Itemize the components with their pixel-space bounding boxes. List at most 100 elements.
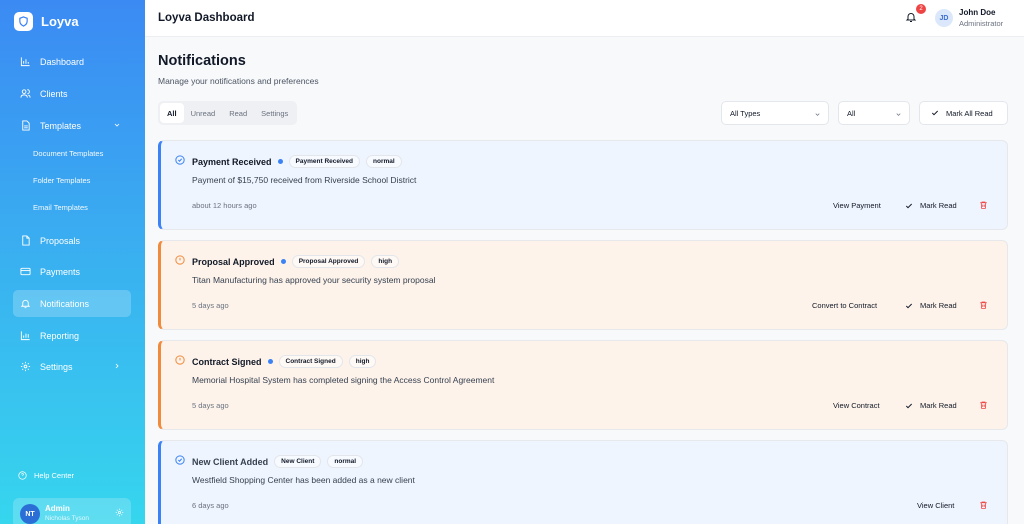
avatar[interactable]: JD — [935, 9, 953, 27]
tab-unread[interactable]: Unread — [184, 103, 223, 123]
sidebar-user-card[interactable]: NT Admin Nicholas Tyson — [13, 498, 131, 524]
chevron-down-icon — [114, 123, 120, 127]
type-filter-select[interactable]: All Types — [721, 101, 829, 125]
sidebar-item-label: Templates — [40, 120, 82, 131]
unread-dot — [277, 159, 283, 164]
sidebar-item-proposals[interactable]: Proposals — [13, 227, 131, 254]
view-client-button[interactable]: View Client — [917, 501, 954, 510]
trash-icon[interactable] — [979, 400, 988, 410]
header-title: Loyva Dashboard — [158, 12, 255, 24]
priority-badge: high — [371, 255, 400, 268]
mark-read-label: Mark Read — [920, 401, 957, 410]
sidebar-item-label: Clients — [40, 88, 68, 99]
sidebar-item-clients[interactable]: Clients — [13, 80, 131, 107]
trash-icon[interactable] — [979, 200, 988, 210]
notification-title: Payment Received — [192, 156, 272, 167]
header-user-role: Administrator — [959, 19, 1004, 28]
sidebar-item-label: Dashboard — [40, 56, 85, 67]
chevron-down-icon — [896, 113, 901, 116]
sidebar-item-label: Reporting — [40, 330, 80, 341]
status-filter-select[interactable]: All — [838, 101, 910, 125]
bell-icon[interactable] — [905, 11, 917, 23]
document-icon — [22, 120, 30, 131]
notification-card[interactable]: Contract Signed Contract Signed high Mem… — [158, 340, 1008, 430]
help-center-label: Help Center — [34, 471, 75, 480]
sidebar-item-label: Payments — [40, 266, 81, 277]
sidebar-item-templates[interactable]: Templates — [13, 112, 131, 139]
mark-read-button[interactable]: Mark Read — [905, 401, 957, 410]
brand-name: Loyva — [41, 14, 79, 29]
unread-dot — [267, 359, 273, 364]
view-payment-button[interactable]: View Payment — [833, 201, 881, 210]
users-icon — [20, 89, 31, 98]
sidebar-item-label: Settings — [40, 361, 73, 372]
notification-title-row: Contract Signed Contract Signed high — [192, 355, 377, 368]
notification-time: 5 days ago — [192, 401, 229, 410]
sidebar: Loyva Dashboard Clients Templates Docume… — [0, 0, 145, 524]
mark-all-read-label: Mark All Read — [946, 108, 993, 118]
check-circle-icon — [175, 455, 185, 465]
notification-message: Payment of $15,750 received from Riversi… — [192, 175, 417, 185]
tab-all[interactable]: All — [160, 103, 184, 123]
notification-card[interactable]: Proposal Approved Proposal Approved high… — [158, 240, 1008, 330]
category-badge: Proposal Approved — [291, 255, 366, 268]
check-icon — [905, 403, 913, 408]
page-title: Notifications — [158, 53, 246, 69]
brand[interactable]: Loyva — [14, 12, 79, 31]
notification-title-row: Payment Received Payment Received normal — [192, 155, 402, 168]
shield-logo-icon — [14, 12, 33, 31]
tab-read[interactable]: Read — [222, 103, 254, 123]
notification-message: Memorial Hospital System has completed s… — [192, 375, 495, 385]
mark-read-button[interactable]: Mark Read — [905, 301, 957, 310]
page-subtitle: Manage your notifications and preference… — [158, 76, 319, 86]
bar-chart-icon — [20, 331, 30, 341]
category-badge: Payment Received — [288, 155, 360, 168]
card-icon — [20, 267, 31, 276]
user-name: Admin — [45, 504, 70, 513]
sidebar-item-settings[interactable]: Settings — [13, 353, 131, 380]
gear-icon — [20, 361, 31, 372]
sidebar-item-label: Notifications — [40, 298, 90, 309]
user-subtitle: Nicholas Tyson — [45, 515, 89, 522]
alert-circle-icon — [175, 355, 185, 365]
sidebar-item-notifications[interactable]: Notifications — [13, 290, 131, 317]
trash-icon[interactable] — [979, 300, 988, 310]
notification-count-badge: 2 — [916, 4, 926, 14]
avatar: NT — [20, 504, 40, 524]
notification-title-row: Proposal Approved Proposal Approved high — [192, 255, 400, 268]
notification-title: Proposal Approved — [192, 256, 275, 267]
notification-time: 6 days ago — [192, 501, 229, 510]
priority-badge: normal — [366, 155, 402, 168]
chevron-right-icon — [115, 363, 119, 369]
category-badge: Contract Signed — [278, 355, 343, 368]
mark-read-button[interactable]: Mark Read — [905, 201, 957, 210]
convert-to-contract-button[interactable]: Convert to Contract — [812, 301, 877, 310]
sidebar-item-dashboard[interactable]: Dashboard — [13, 48, 131, 75]
help-icon — [18, 471, 27, 480]
sidebar-item-label: Proposals — [40, 235, 81, 246]
sidebar-item-reporting[interactable]: Reporting — [13, 322, 131, 349]
status-filter-value: All — [847, 108, 856, 118]
sidebar-subitem-document-templates[interactable]: Document Templates — [33, 149, 103, 158]
tab-settings[interactable]: Settings — [254, 103, 295, 123]
alert-circle-icon — [175, 255, 185, 265]
type-filter-value: All Types — [730, 108, 761, 118]
file-icon — [22, 235, 30, 246]
notification-title-row: New Client Added New Client normal — [192, 455, 364, 468]
view-contract-button[interactable]: View Contract — [833, 401, 880, 410]
sidebar-subitem-folder-templates[interactable]: Folder Templates — [33, 176, 90, 185]
unread-dot — [280, 259, 286, 264]
mark-all-read-button[interactable]: Mark All Read — [919, 101, 1008, 125]
sidebar-subitem-email-templates[interactable]: Email Templates — [33, 203, 88, 212]
notification-time: 5 days ago — [192, 301, 229, 310]
check-icon — [905, 303, 913, 308]
notification-card[interactable]: New Client Added New Client normal Westf… — [158, 440, 1008, 524]
check-circle-icon — [175, 155, 185, 165]
notification-card[interactable]: Payment Received Payment Received normal… — [158, 140, 1008, 230]
notification-time: about 12 hours ago — [192, 201, 257, 210]
gear-icon[interactable] — [115, 508, 124, 517]
trash-icon[interactable] — [979, 500, 988, 510]
help-center-link[interactable]: Help Center — [18, 471, 74, 480]
check-icon — [905, 203, 913, 208]
sidebar-item-payments[interactable]: Payments — [13, 258, 131, 285]
